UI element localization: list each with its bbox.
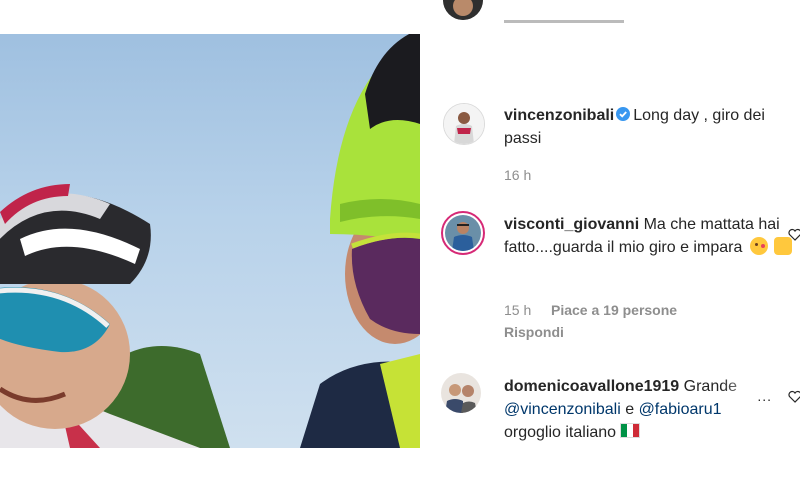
reply-button[interactable]: Rispondi [504, 324, 564, 340]
comment-avatar[interactable] [441, 211, 485, 255]
avatar-icon [445, 215, 481, 251]
comments-panel: vincenzonibali Long day , giro dei passi … [421, 0, 800, 448]
comment-username[interactable]: domenicoavallone1919 [504, 378, 679, 395]
kissing-face-icon [749, 237, 768, 255]
caption: vincenzonibali Long day , giro dei passi [504, 104, 794, 150]
italy-flag-icon [620, 423, 641, 438]
avatar-icon [441, 373, 481, 413]
mention-link[interactable]: @vincenzonibali [504, 401, 621, 418]
comment-text: e [625, 401, 635, 418]
comment-avatar[interactable] [441, 373, 481, 413]
caption-username[interactable]: vincenzonibali [504, 107, 614, 124]
comment-time[interactable]: 15 h [504, 302, 531, 318]
more-options-button[interactable]: ... [757, 388, 772, 404]
previous-comment-text-clipped [504, 18, 734, 24]
comment-username[interactable]: visconti_giovanni [504, 216, 639, 233]
avatar-icon [444, 104, 484, 144]
caption-time[interactable]: 16 h [504, 167, 531, 183]
post-media[interactable] [0, 34, 420, 448]
overflow-fade [721, 374, 781, 398]
like-heart-icon[interactable] [788, 390, 800, 404]
comment-item: visconti_giovanni Ma che mattata hai fat… [504, 213, 794, 259]
comment-text: orgoglio italiano [504, 424, 617, 441]
caption-avatar[interactable] [443, 103, 485, 145]
cyclists-selfie-image [0, 34, 420, 448]
overflow-fade [721, 398, 781, 422]
previous-comment-clipped [443, 0, 483, 20]
mention-link[interactable]: @fabioaru1 [639, 401, 722, 418]
comment-likes[interactable]: Piace a 19 persone [551, 302, 677, 318]
verified-badge-icon [616, 107, 631, 121]
like-heart-icon[interactable] [788, 228, 800, 242]
avatar-icon [443, 0, 483, 20]
